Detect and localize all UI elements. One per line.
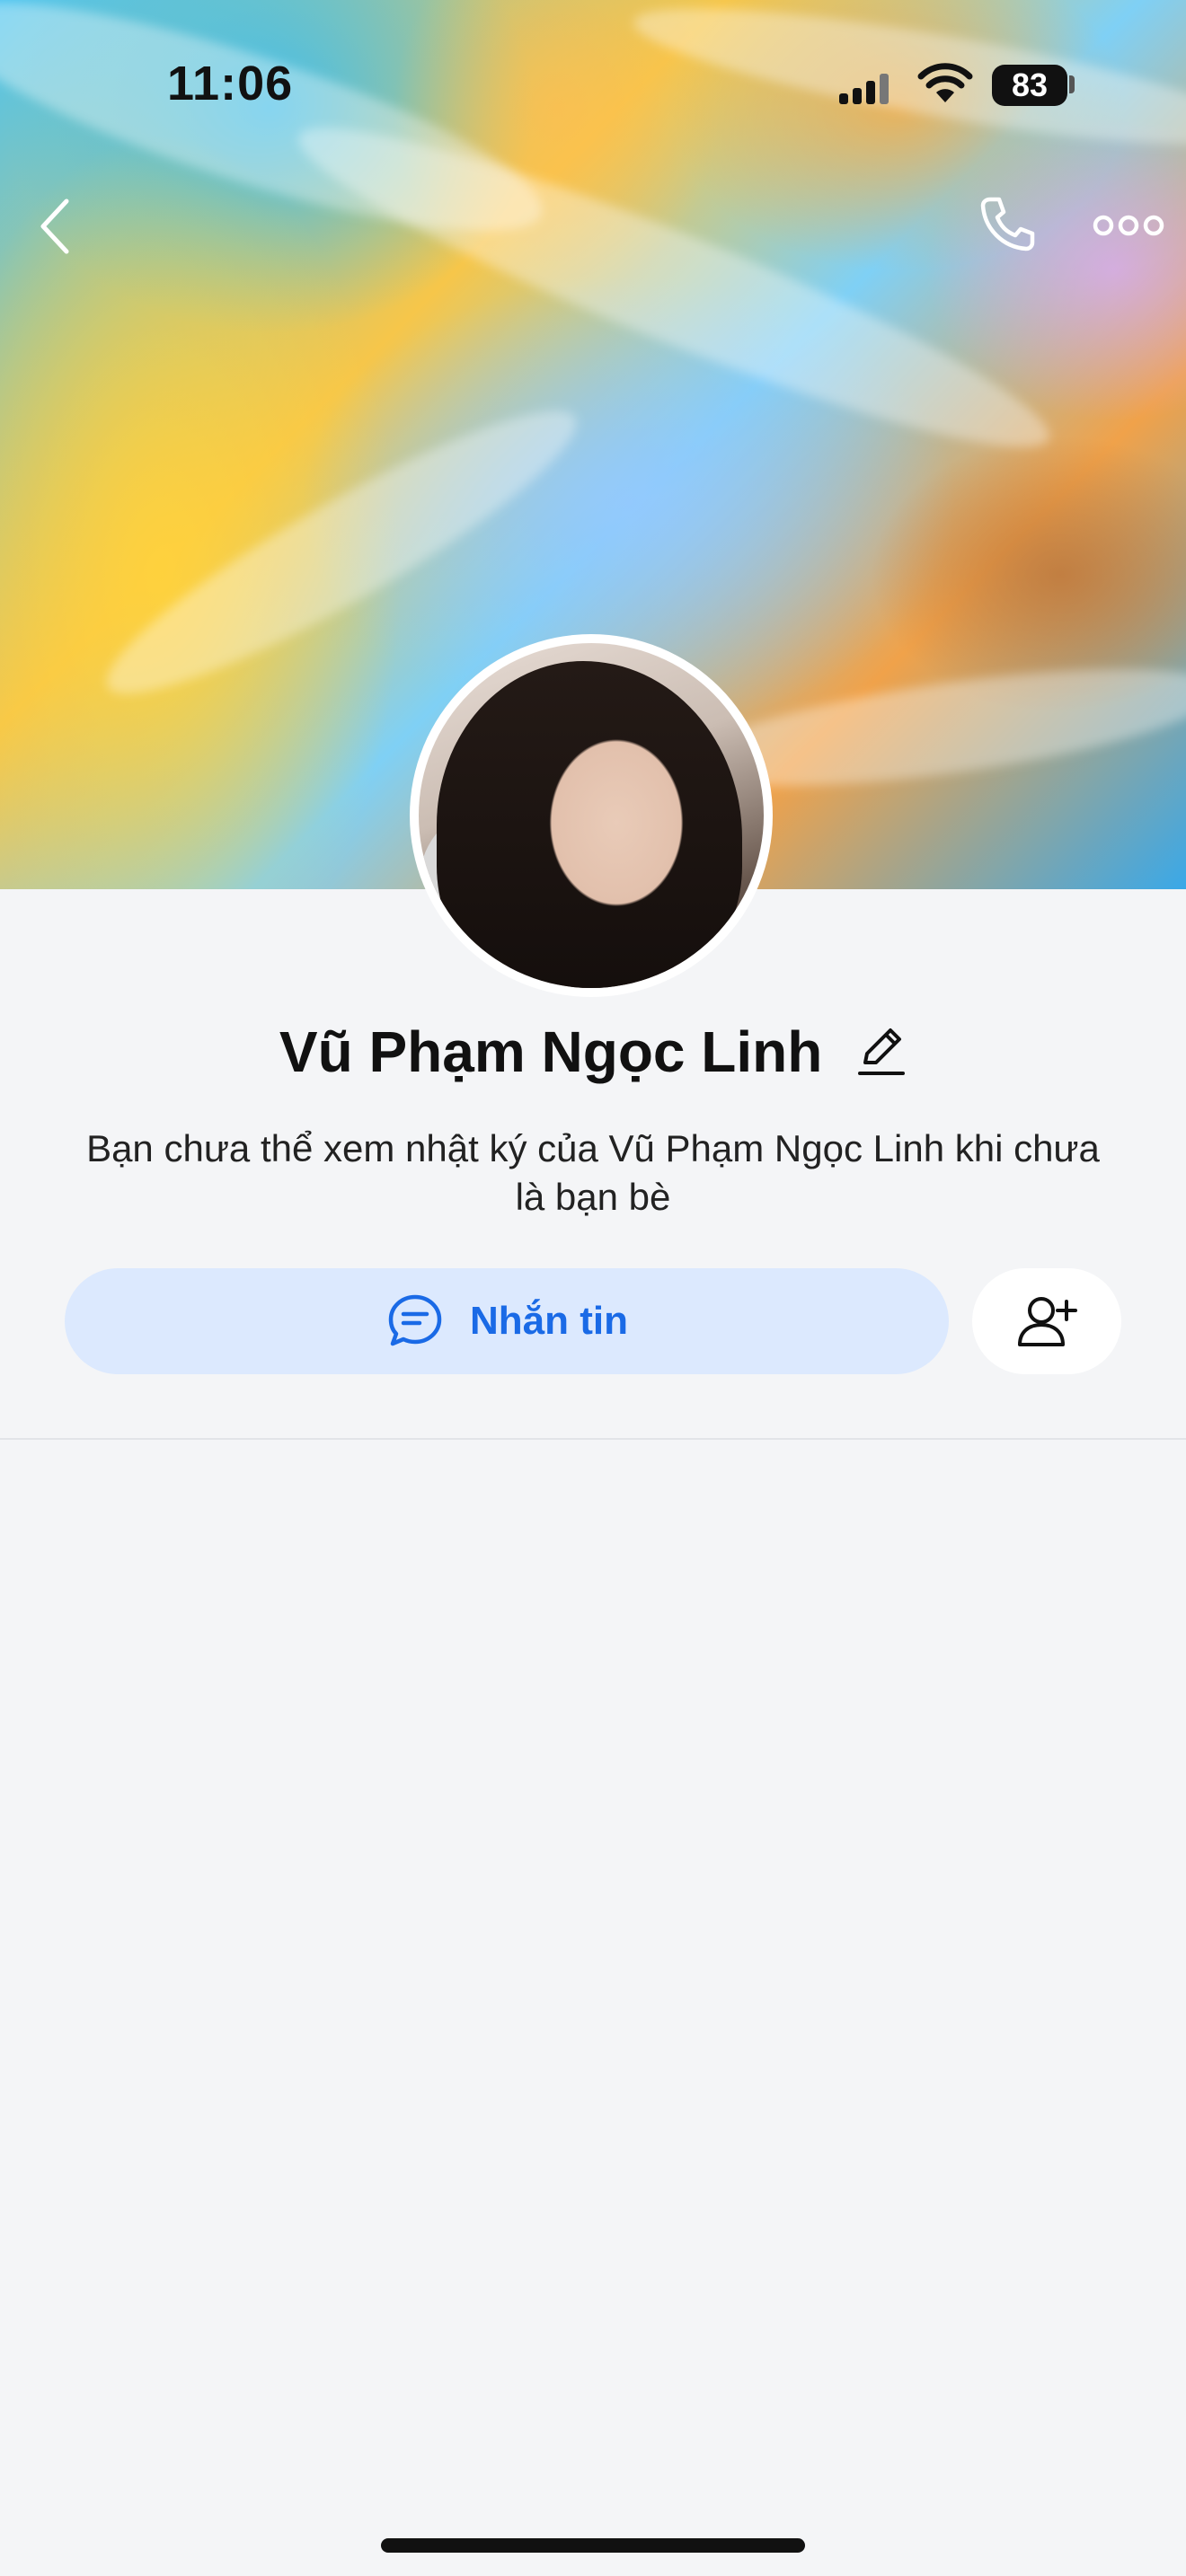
- back-button[interactable]: [31, 194, 81, 259]
- add-user-icon: [1018, 1297, 1077, 1346]
- cellular-signal-icon: [839, 72, 890, 104]
- section-divider: [0, 1438, 1186, 1440]
- profile-name-row: Vũ Phạm Ngọc Linh: [0, 1019, 1186, 1085]
- add-friend-button[interactable]: [972, 1268, 1121, 1374]
- watermark-logo: [417, 1238, 785, 1337]
- avatar[interactable]: [410, 634, 773, 997]
- battery-cap: [1069, 75, 1075, 93]
- phone-icon: [980, 197, 1035, 251]
- wifi-icon: [917, 63, 973, 102]
- chevron-left-icon: [40, 198, 69, 254]
- status-bar: 11:06 83: [0, 0, 1186, 171]
- pencil-icon[interactable]: [856, 1023, 907, 1077]
- battery-indicator: 83: [992, 65, 1067, 106]
- avatar-photo: [419, 643, 764, 988]
- call-button[interactable]: [976, 192, 1039, 255]
- status-time: 11:06: [167, 57, 294, 110]
- profile-name: Vũ Phạm Ngọc Linh: [279, 1019, 823, 1084]
- ellipsis-icon: [1093, 215, 1164, 236]
- more-options-button[interactable]: [1093, 203, 1164, 248]
- private-diary-notice: Bạn chưa thể xem nhật ký của Vũ Phạm Ngọ…: [86, 1127, 1100, 1218]
- home-indicator[interactable]: [381, 2538, 805, 2553]
